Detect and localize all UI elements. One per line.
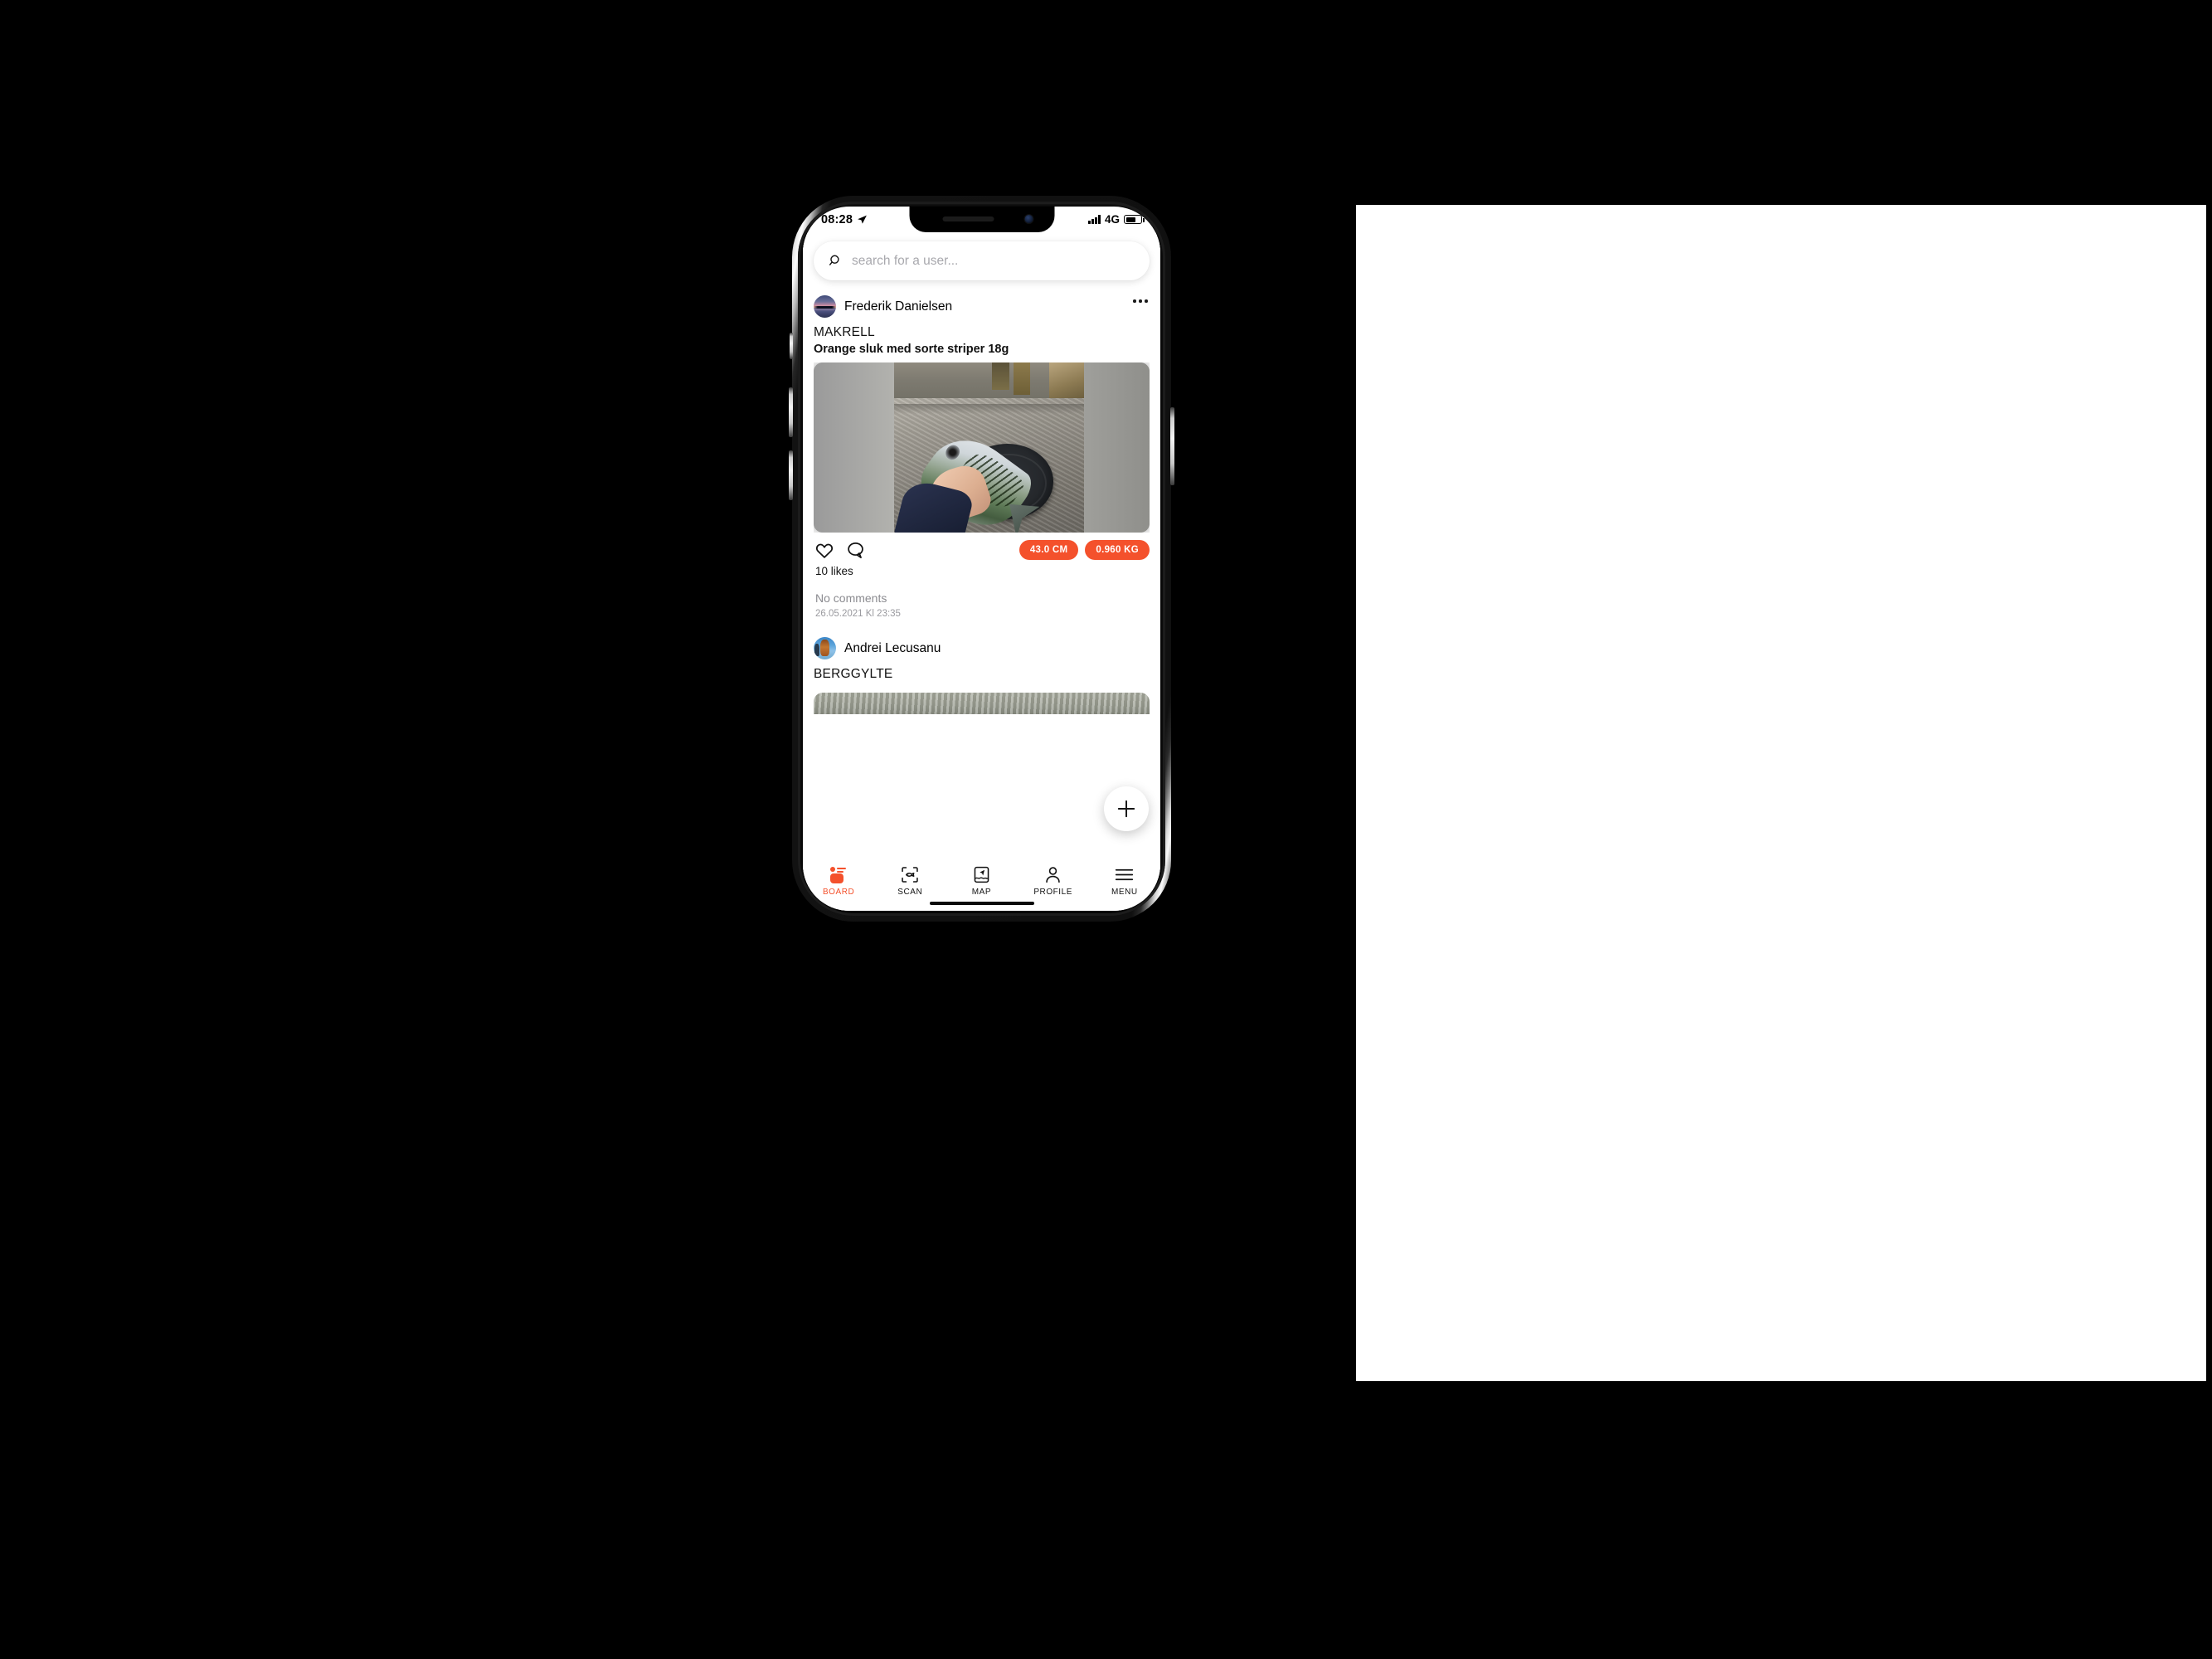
post-photo-content bbox=[892, 362, 1085, 533]
post-header: Andrei Lecusanu bbox=[814, 634, 1150, 667]
comments-status[interactable]: No comments bbox=[814, 577, 1150, 605]
menu-icon bbox=[1116, 868, 1134, 881]
phone-screen: 08:28 4G search for a user... Frederik D… bbox=[803, 207, 1160, 911]
tab-label: BOARD bbox=[822, 888, 855, 897]
post-author-name[interactable]: Frederik Danielsen bbox=[844, 299, 952, 314]
photo-wooden-post bbox=[1013, 362, 1031, 395]
app-container: search for a user... Frederik Danielsen … bbox=[803, 232, 1160, 911]
post-actions-row: 43.0 CM 0.960 KG bbox=[814, 533, 1150, 560]
volume-up-button[interactable] bbox=[789, 387, 793, 437]
measurement-badges: 43.0 CM 0.960 KG bbox=[1018, 540, 1150, 560]
post-header: Frederik Danielsen bbox=[814, 292, 1150, 325]
post-author-name[interactable]: Andrei Lecusanu bbox=[844, 641, 941, 656]
scan-fish-icon bbox=[902, 867, 919, 883]
post-photo[interactable] bbox=[814, 693, 1150, 714]
post-species-label: BERGGYLTE bbox=[814, 667, 893, 681]
volume-down-button[interactable] bbox=[789, 450, 793, 500]
heart-icon[interactable] bbox=[815, 542, 834, 559]
tab-board[interactable]: BOARD bbox=[803, 866, 874, 897]
location-arrow-icon bbox=[858, 215, 868, 224]
board-icon bbox=[829, 866, 848, 883]
status-bar-time: 08:28 bbox=[821, 212, 853, 226]
home-indicator[interactable] bbox=[929, 901, 1034, 905]
photo-blur-right bbox=[1084, 362, 1150, 533]
screenshot-canvas: 08:28 4G search for a user... Frederik D… bbox=[0, 0, 2212, 1659]
display-notch bbox=[909, 207, 1054, 232]
post-card: Frederik Danielsen MAKRELL Orange sluk m… bbox=[803, 292, 1160, 619]
feed-scroll-area[interactable]: search for a user... Frederik Danielsen … bbox=[803, 232, 1160, 859]
power-button[interactable] bbox=[1170, 407, 1174, 485]
phone-device: 08:28 4G search for a user... Frederik D… bbox=[789, 196, 1174, 922]
avatar[interactable] bbox=[814, 637, 836, 659]
profile-icon bbox=[1046, 867, 1060, 883]
search-bar[interactable]: search for a user... bbox=[814, 241, 1150, 280]
more-options-icon[interactable] bbox=[1133, 299, 1148, 303]
tab-scan[interactable]: SCAN bbox=[874, 866, 946, 897]
mute-switch-button[interactable] bbox=[790, 333, 793, 359]
avatar[interactable] bbox=[814, 295, 836, 318]
tab-profile[interactable]: PROFILE bbox=[1018, 866, 1089, 897]
photo-driftwood bbox=[1049, 362, 1085, 399]
tab-label: PROFILE bbox=[1033, 888, 1072, 897]
tab-label: SCAN bbox=[897, 888, 923, 897]
comment-bubble-icon[interactable] bbox=[847, 542, 865, 559]
post-lure-label: Orange sluk med sorte striper 18g bbox=[814, 343, 1009, 356]
weight-badge[interactable]: 0.960 KG bbox=[1085, 540, 1150, 560]
front-camera-icon bbox=[1024, 215, 1033, 223]
earpiece-speaker-icon bbox=[942, 216, 994, 221]
map-icon bbox=[974, 866, 989, 883]
tab-menu[interactable]: MENU bbox=[1089, 866, 1160, 897]
post-card: Andrei Lecusanu BERGGYLTE bbox=[803, 619, 1160, 714]
post-timestamp: 26.05.2021 Kl 23:35 bbox=[815, 609, 901, 619]
white-backdrop-panel bbox=[1356, 205, 2206, 1381]
search-icon bbox=[829, 255, 839, 265]
post-photo[interactable] bbox=[814, 362, 1150, 533]
add-catch-button[interactable] bbox=[1104, 786, 1149, 831]
plus-icon bbox=[1117, 800, 1135, 818]
search-input[interactable]: search for a user... bbox=[852, 254, 958, 269]
length-badge[interactable]: 43.0 CM bbox=[1018, 540, 1079, 560]
tab-label: MAP bbox=[971, 888, 992, 897]
network-type-label: 4G bbox=[1104, 213, 1120, 226]
tab-map[interactable]: MAP bbox=[946, 866, 1017, 897]
photo-blur-left bbox=[814, 362, 895, 533]
post-species-label: MAKRELL bbox=[814, 325, 875, 339]
battery-icon bbox=[1124, 215, 1145, 224]
tab-label: MENU bbox=[1111, 888, 1138, 897]
likes-count[interactable]: 10 likes bbox=[814, 559, 1150, 577]
search-section: search for a user... bbox=[803, 232, 1160, 292]
cellular-bars-icon bbox=[1088, 215, 1101, 224]
